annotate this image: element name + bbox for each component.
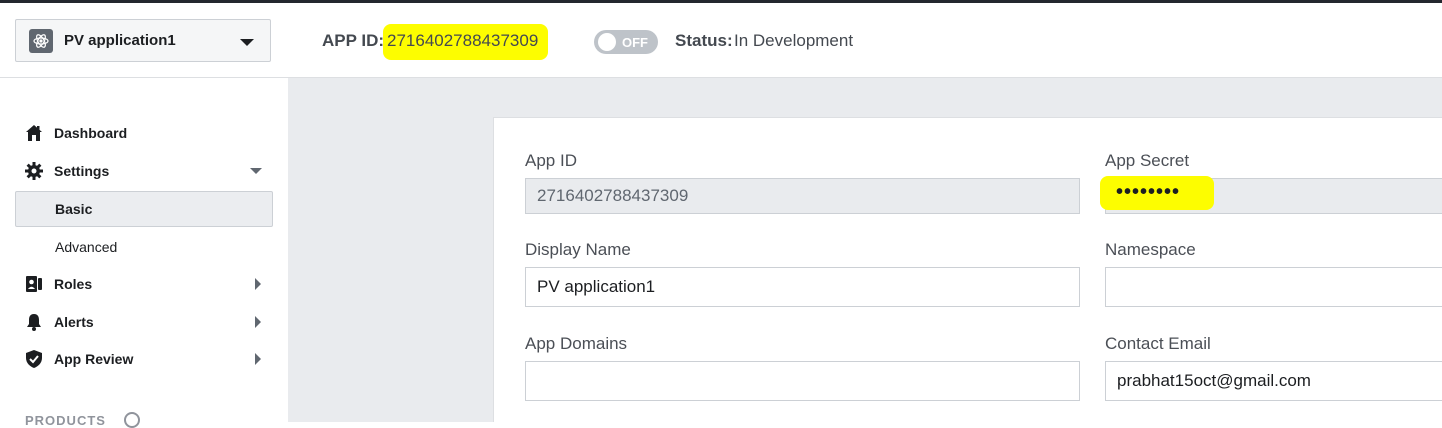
sidebar-item-label: Settings bbox=[54, 163, 110, 179]
sidebar-item-basic[interactable]: Basic bbox=[15, 191, 273, 227]
app-domains-field[interactable] bbox=[525, 361, 1080, 401]
sidebar-item-alerts[interactable]: Alerts bbox=[15, 304, 273, 340]
app-id-value: 2716402788437309 bbox=[387, 31, 539, 50]
atom-icon bbox=[29, 29, 53, 53]
sidebar-item-app-review[interactable]: App Review bbox=[15, 341, 273, 377]
bell-icon bbox=[24, 312, 44, 332]
toggle-label: OFF bbox=[622, 35, 648, 50]
app-name: PV application1 bbox=[64, 32, 176, 49]
gear-icon bbox=[24, 161, 44, 181]
sidebar-item-roles[interactable]: Roles bbox=[15, 266, 273, 302]
sidebar-item-label: Alerts bbox=[54, 314, 94, 330]
info-icon[interactable] bbox=[124, 412, 140, 428]
sidebar-item-label: Advanced bbox=[55, 239, 118, 255]
home-icon bbox=[24, 123, 44, 143]
app-selector[interactable]: PV application1 bbox=[15, 19, 271, 62]
chevron-right-icon bbox=[255, 316, 261, 328]
display-name-field-label: Display Name bbox=[525, 240, 631, 259]
contact-email-field[interactable]: prabhat15oct@gmail.com bbox=[1105, 361, 1442, 401]
sidebar: Dashboard Settings Basic Advanced Roles … bbox=[0, 78, 288, 428]
app-domains-field-label: App Domains bbox=[525, 334, 628, 353]
shield-icon bbox=[24, 349, 44, 369]
toggle-knob bbox=[598, 33, 616, 51]
app-id-field[interactable]: 2716402788437309 bbox=[525, 178, 1080, 214]
status-label: Status: bbox=[675, 31, 733, 50]
app-id-label: APP ID: bbox=[322, 31, 385, 50]
chevron-right-icon bbox=[255, 278, 261, 290]
contact-email-field-label: Contact Email bbox=[1105, 334, 1211, 353]
sidebar-item-label: Dashboard bbox=[54, 125, 128, 141]
app-secret-value: •••••••• bbox=[1116, 181, 1181, 203]
namespace-field[interactable] bbox=[1105, 267, 1442, 307]
status-value: In Development bbox=[734, 31, 854, 50]
chevron-right-icon bbox=[255, 353, 261, 365]
chevron-down-icon bbox=[250, 168, 262, 174]
app-id-field-label: App ID bbox=[525, 151, 577, 170]
roles-icon bbox=[24, 274, 44, 294]
sidebar-item-label: Roles bbox=[54, 276, 93, 292]
chevron-down-icon bbox=[240, 39, 254, 46]
live-mode-toggle[interactable]: OFF bbox=[594, 30, 658, 54]
sidebar-item-label: Basic bbox=[55, 201, 93, 217]
sidebar-item-settings[interactable]: Settings bbox=[15, 153, 273, 189]
namespace-field-label: Namespace bbox=[1105, 240, 1196, 259]
top-header: PV application1 APP ID: 2716402788437309… bbox=[0, 3, 1442, 78]
basic-settings-card: App ID 2716402788437309 App Secret •••••… bbox=[493, 117, 1442, 422]
sidebar-item-dashboard[interactable]: Dashboard bbox=[15, 115, 273, 151]
sidebar-item-advanced[interactable]: Advanced bbox=[15, 229, 273, 265]
products-heading: PRODUCTS bbox=[25, 413, 106, 428]
app-secret-field-label: App Secret bbox=[1105, 151, 1190, 170]
display-name-field[interactable]: PV application1 bbox=[525, 267, 1080, 307]
main-content: App ID 2716402788437309 App Secret •••••… bbox=[288, 78, 1442, 422]
sidebar-item-label: App Review bbox=[54, 351, 134, 367]
